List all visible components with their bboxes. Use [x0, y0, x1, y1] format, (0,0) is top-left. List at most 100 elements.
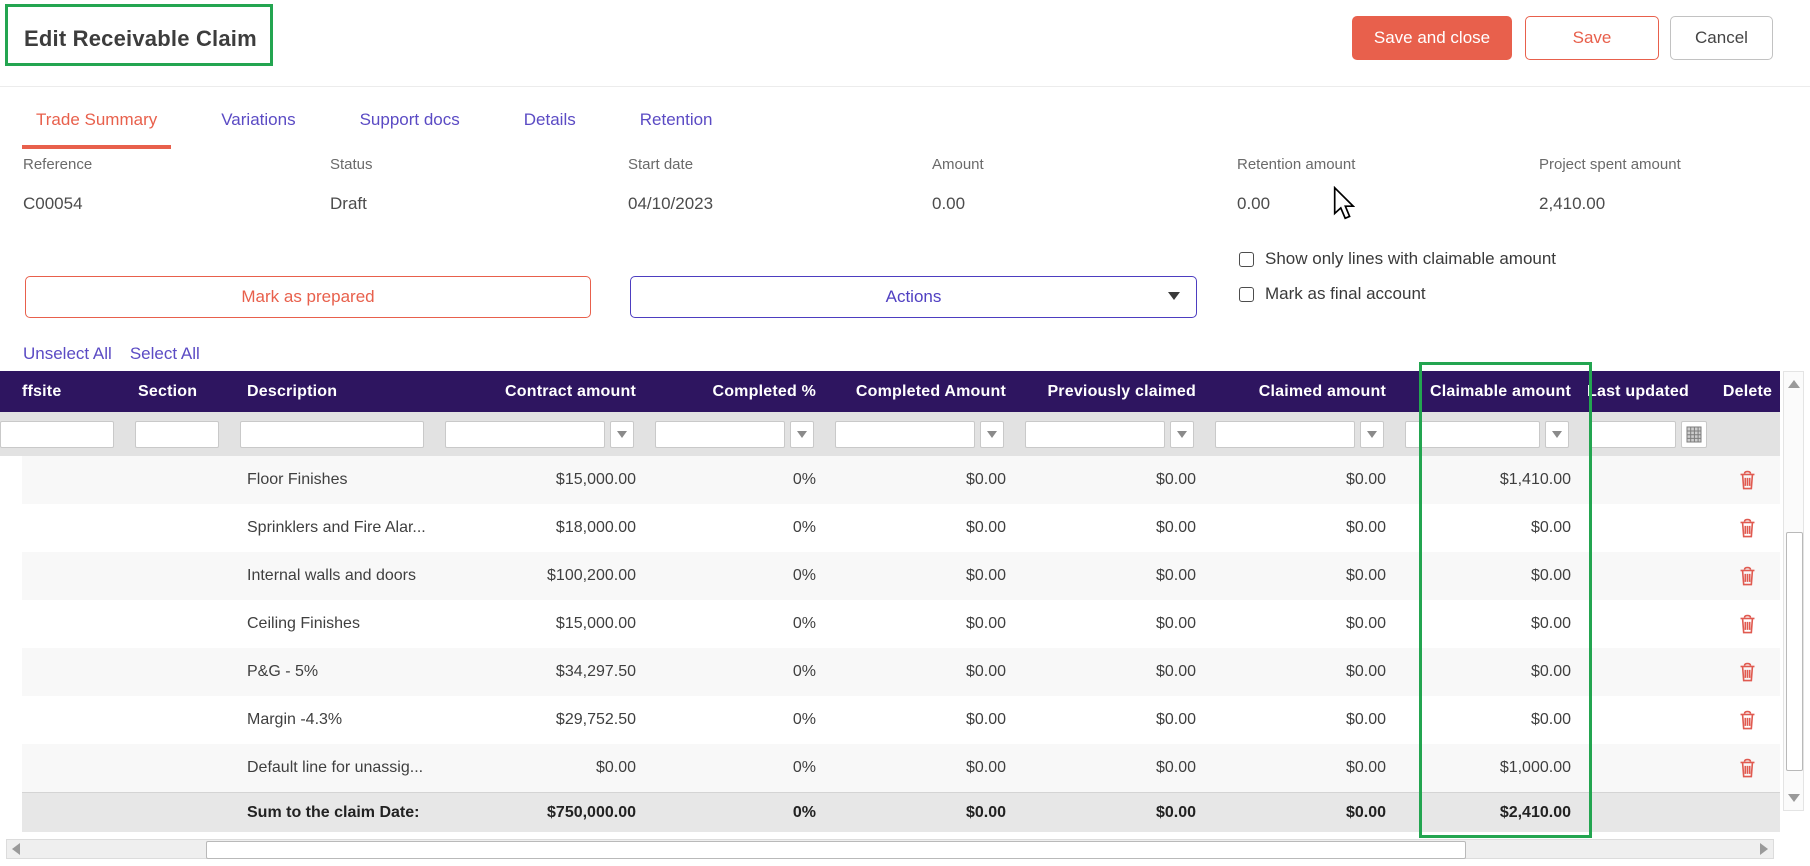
- column-header-contract-amount[interactable]: Contract amount: [440, 371, 650, 412]
- cancel-button[interactable]: Cancel: [1670, 16, 1773, 60]
- cell-offsite: [22, 744, 130, 792]
- column-header-claimed-amount[interactable]: Claimed amount: [1210, 371, 1400, 412]
- column-header-completed-pct[interactable]: Completed %: [650, 371, 830, 412]
- save-button[interactable]: Save: [1525, 16, 1659, 60]
- filter-offsite-input[interactable]: [0, 420, 114, 448]
- column-header-claimable-amount[interactable]: Claimable amount: [1400, 371, 1585, 412]
- tab-details[interactable]: Details: [510, 104, 590, 149]
- scroll-left-button[interactable]: [7, 840, 25, 858]
- cell-completed-pct: 0%: [792, 759, 816, 776]
- select-all-link[interactable]: Select All: [130, 344, 200, 364]
- cell-description: Floor Finishes: [247, 471, 348, 488]
- cell-previously-claimed: $0.00: [1155, 519, 1196, 536]
- sum-completed-pct: 0%: [792, 803, 816, 821]
- column-header-offsite[interactable]: ffsite: [0, 371, 130, 412]
- filter-completed-pct-input[interactable]: [655, 420, 785, 448]
- delete-row-button[interactable]: [1739, 614, 1756, 634]
- delete-row-button[interactable]: [1739, 470, 1756, 490]
- horizontal-scrollbar-thumb[interactable]: [206, 841, 1466, 859]
- table-row[interactable]: P&G - 5% $34,297.50 0% $0.00 $0.00 $0.00…: [22, 648, 1780, 696]
- filter-claimed-amount-input[interactable]: [1215, 420, 1355, 448]
- delete-row-button[interactable]: [1739, 758, 1756, 778]
- checkbox-label: Show only lines with claimable amount: [1265, 249, 1557, 268]
- filter-claimed-amount-dropdown[interactable]: [1360, 420, 1384, 448]
- sum-label: Sum to the claim Date:: [247, 803, 420, 821]
- cell-previously-claimed: $0.00: [1155, 759, 1196, 776]
- filter-last-updated-input[interactable]: [1590, 420, 1676, 448]
- cell-contract-amount: $0.00: [595, 759, 636, 776]
- actions-dropdown[interactable]: Actions: [630, 276, 1197, 318]
- sum-contract-amount: $750,000.00: [547, 803, 636, 821]
- scroll-right-button[interactable]: [1755, 840, 1773, 858]
- cell-claimed-amount: $0.00: [1345, 471, 1386, 488]
- cell-claimable-amount: $0.00: [1530, 615, 1571, 632]
- cell-completed-pct: 0%: [792, 663, 816, 680]
- column-header-last-updated[interactable]: Last updated: [1585, 371, 1715, 412]
- filter-claimable-amount-input[interactable]: [1405, 420, 1540, 448]
- column-header-description[interactable]: Description: [235, 371, 440, 412]
- filter-section-input[interactable]: [135, 420, 219, 448]
- filter-contract-amount-input[interactable]: [445, 420, 605, 448]
- tab-retention[interactable]: Retention: [626, 104, 727, 149]
- field-status: Status Draft: [330, 156, 373, 214]
- field-retention-amount: Retention amount 0.00: [1237, 156, 1355, 214]
- cell-claimable-amount: $1,000.00: [1499, 759, 1571, 776]
- column-header-previously-claimed[interactable]: Previously claimed: [1020, 371, 1210, 412]
- delete-row-button[interactable]: [1739, 710, 1756, 730]
- delete-row-button[interactable]: [1739, 662, 1756, 682]
- field-label: Amount: [932, 156, 984, 173]
- cell-previously-claimed: $0.00: [1155, 615, 1196, 632]
- trash-icon: [1740, 470, 1755, 490]
- vertical-scrollbar-thumb[interactable]: [1786, 532, 1803, 771]
- tab-variations[interactable]: Variations: [207, 104, 309, 149]
- table-row[interactable]: Sprinklers and Fire Alar... $18,000.00 0…: [22, 504, 1780, 552]
- chevron-down-icon: [1168, 292, 1180, 300]
- cell-description: Ceiling Finishes: [247, 615, 360, 632]
- filter-previously-claimed-input[interactable]: [1025, 420, 1165, 448]
- table-sum-row: Sum to the claim Date: $750,000.00 0% $0…: [22, 792, 1780, 832]
- cell-offsite: [22, 456, 130, 504]
- show-only-claimable-checkbox[interactable]: [1239, 251, 1254, 267]
- filter-last-updated-calendar-button[interactable]: [1681, 420, 1707, 448]
- mark-as-prepared-button[interactable]: Mark as prepared: [25, 276, 591, 318]
- filter-completed-amount-dropdown[interactable]: [980, 420, 1004, 448]
- field-amount: Amount 0.00: [932, 156, 984, 214]
- vertical-scrollbar[interactable]: [1783, 371, 1804, 811]
- cell-section: [130, 552, 235, 600]
- header-divider: [0, 86, 1810, 87]
- column-header-section[interactable]: Section: [130, 371, 235, 412]
- mark-as-final-account-checkbox[interactable]: [1239, 286, 1254, 302]
- save-and-close-button[interactable]: Save and close: [1352, 16, 1512, 60]
- cell-contract-amount: $15,000.00: [555, 471, 636, 488]
- edit-receivable-claim-window: Edit Receivable Claim Save and close Sav…: [0, 0, 1810, 866]
- trash-icon: [1740, 662, 1755, 682]
- scroll-up-button[interactable]: [1784, 374, 1803, 394]
- filter-completed-pct-dropdown[interactable]: [790, 420, 814, 448]
- cell-description: Internal walls and doors: [247, 567, 416, 584]
- unselect-all-link[interactable]: Unselect All: [23, 344, 112, 364]
- cell-section: [130, 648, 235, 696]
- scroll-down-button[interactable]: [1784, 788, 1803, 808]
- table-row[interactable]: Internal walls and doors $100,200.00 0% …: [22, 552, 1780, 600]
- cell-completed-amount: $0.00: [965, 663, 1006, 680]
- delete-row-button[interactable]: [1739, 518, 1756, 538]
- field-start-date: Start date 04/10/2023: [628, 156, 713, 214]
- delete-row-button[interactable]: [1739, 566, 1756, 586]
- filter-completed-amount-input[interactable]: [835, 420, 975, 448]
- table-row[interactable]: Default line for unassig... $0.00 0% $0.…: [22, 744, 1780, 792]
- table-row[interactable]: Margin -4.3% $29,752.50 0% $0.00 $0.00 $…: [22, 696, 1780, 744]
- table-row[interactable]: Floor Finishes $15,000.00 0% $0.00 $0.00…: [22, 456, 1780, 504]
- tab-trade-summary[interactable]: Trade Summary: [22, 104, 172, 149]
- filter-previously-claimed-dropdown[interactable]: [1170, 420, 1194, 448]
- horizontal-scrollbar[interactable]: [6, 839, 1774, 859]
- trash-icon: [1740, 518, 1755, 538]
- cell-offsite: [22, 600, 130, 648]
- filter-contract-amount-dropdown[interactable]: [610, 420, 634, 448]
- filter-claimable-amount-dropdown[interactable]: [1545, 420, 1569, 448]
- column-header-completed-amount[interactable]: Completed Amount: [830, 371, 1020, 412]
- cell-claimable-amount: $0.00: [1530, 519, 1571, 536]
- filter-description-input[interactable]: [240, 420, 424, 448]
- table-row[interactable]: Ceiling Finishes $15,000.00 0% $0.00 $0.…: [22, 600, 1780, 648]
- tab-support-docs[interactable]: Support docs: [346, 104, 474, 149]
- cell-offsite: [22, 552, 130, 600]
